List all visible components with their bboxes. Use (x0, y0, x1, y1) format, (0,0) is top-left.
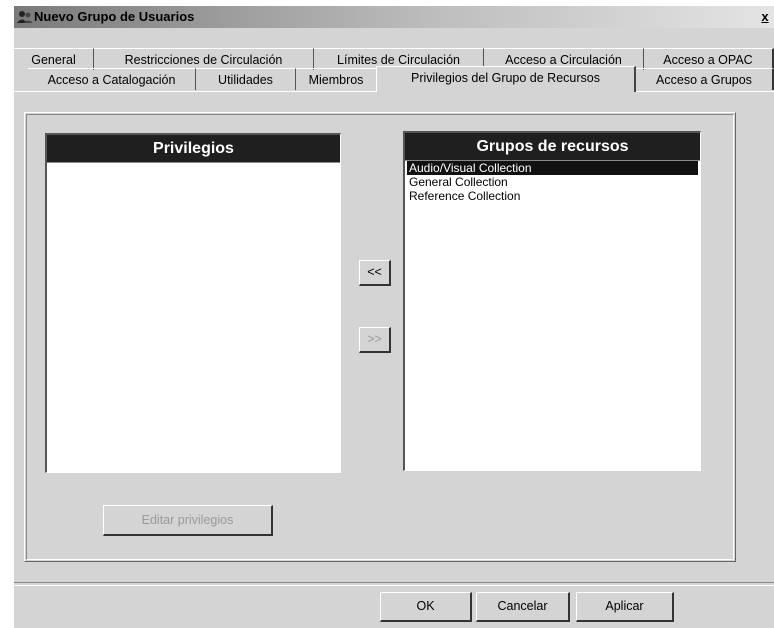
list-item[interactable]: Audio/Visual Collection (407, 161, 698, 175)
tab-acceso-catalogacion[interactable]: Acceso a Catalogación (28, 68, 196, 90)
tab-baseline-right (636, 91, 774, 92)
cancel-button[interactable]: Cancelar (476, 592, 570, 622)
tab-content-panel: Privilegios << >> Grupos de recursos Aud… (24, 112, 736, 562)
ok-button[interactable]: OK (380, 592, 472, 622)
resource-groups-header: Grupos de recursos (405, 133, 700, 161)
list-item[interactable]: Reference Collection (407, 189, 698, 203)
move-right-button[interactable]: >> (359, 327, 391, 353)
tab-restricciones-circulacion[interactable]: Restricciones de Circulación (94, 48, 314, 70)
resource-groups-list-body[interactable]: Audio/Visual Collection General Collecti… (407, 161, 698, 468)
privileges-list-body[interactable] (49, 165, 338, 470)
close-button[interactable]: x (758, 9, 772, 25)
tab-baseline-left (14, 91, 376, 92)
move-left-button[interactable]: << (359, 260, 391, 286)
tab-acceso-opac[interactable]: Acceso a OPAC (644, 48, 774, 70)
window-title: Nuevo Grupo de Usuarios (34, 9, 195, 24)
apply-button[interactable]: Aplicar (576, 592, 674, 622)
list-item[interactable]: General Collection (407, 175, 698, 189)
privileges-list[interactable]: Privilegios (45, 133, 341, 473)
dialog-window: Nuevo Grupo de Usuarios x General Restri… (14, 6, 774, 628)
tab-privilegios-grupo-recursos[interactable]: Privilegios del Grupo de Recursos (376, 66, 636, 92)
title-bar[interactable]: Nuevo Grupo de Usuarios x (14, 6, 774, 28)
tab-general[interactable]: General (14, 48, 94, 70)
tab-utilidades[interactable]: Utilidades (196, 68, 296, 90)
footer-separator (14, 582, 774, 586)
edit-privileges-button[interactable]: Editar privilegios (103, 505, 273, 536)
resource-groups-list[interactable]: Grupos de recursos Audio/Visual Collecti… (403, 131, 701, 471)
users-group-icon (17, 11, 33, 23)
tab-miembros[interactable]: Miembros (296, 68, 376, 90)
tab-acceso-grupos[interactable]: Acceso a Grupos (636, 68, 774, 90)
privileges-header: Privilegios (47, 135, 340, 163)
